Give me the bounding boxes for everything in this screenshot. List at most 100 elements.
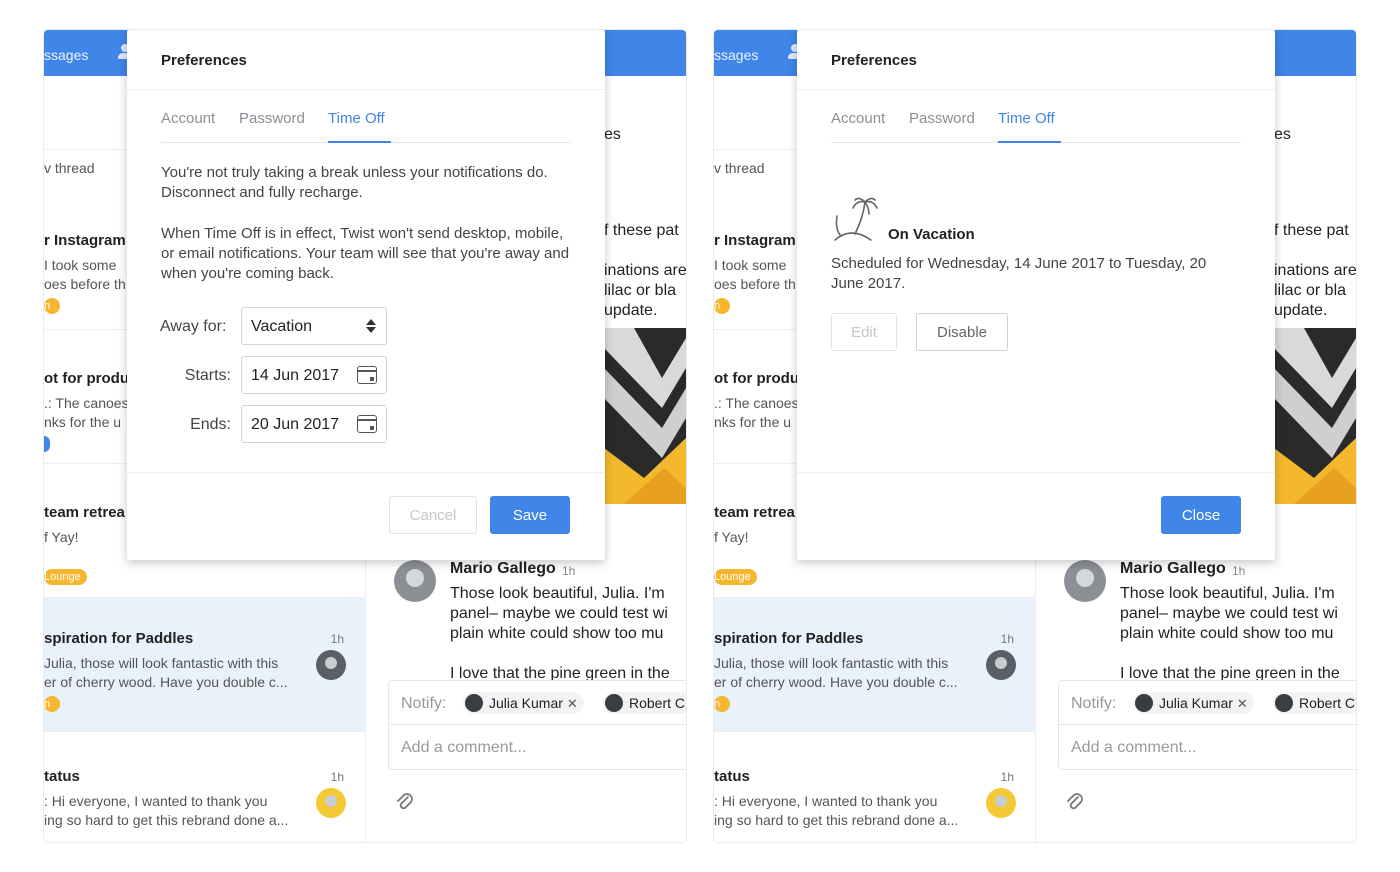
palm-tree-icon <box>834 197 878 241</box>
thread-time: 1h <box>1000 632 1014 646</box>
notify-chip[interactable]: Robert C <box>1273 692 1356 714</box>
list-item[interactable]: tatus 1h : Hi everyone, I wanted to than… <box>714 732 1036 842</box>
tab-password[interactable]: Password <box>239 110 305 127</box>
tab-time-off[interactable]: Time Off <box>998 110 1055 127</box>
info-text: When Time Off is in effect, Twist won't … <box>161 225 570 282</box>
away-for-value: Vacation <box>251 318 313 335</box>
thread-snippet: Julia, those will look fantastic with th… <box>714 655 949 671</box>
paperclip-icon[interactable] <box>1066 792 1084 814</box>
end-date-input[interactable]: 20 Jun 2017 <box>241 405 387 443</box>
comment-input[interactable]: Add a comment... <box>401 739 526 757</box>
paperclip-icon[interactable] <box>396 792 414 814</box>
thread-title: team retrea <box>44 504 125 521</box>
channel-tag <box>44 436 50 452</box>
list-item[interactable]: spiration for Paddles 1h Julia, those wi… <box>714 598 1036 732</box>
post-text: inations are <box>604 262 686 279</box>
tab-bar: Account Password Time Off <box>161 90 571 143</box>
tab-time-off[interactable]: Time Off <box>328 110 385 127</box>
close-icon[interactable]: ✕ <box>1237 696 1248 711</box>
chip-label: Julia Kumar <box>489 695 563 711</box>
thread-heading: es <box>1274 126 1291 143</box>
away-for-select[interactable]: Vacation <box>241 307 387 345</box>
avatar <box>316 650 346 680</box>
notify-label: Notify: <box>401 695 447 712</box>
disable-button[interactable]: Disable <box>916 313 1008 351</box>
thread-snippet: .: The canoes <box>44 395 129 411</box>
preferences-modal: Preferences Account Password Time Off Yo… <box>127 30 605 560</box>
thread-time: 1h <box>1000 770 1014 784</box>
chip-label: Julia Kumar <box>1159 695 1233 711</box>
away-for-label: Away for: <box>160 318 227 335</box>
start-date-input[interactable]: 14 Jun 2017 <box>241 356 387 394</box>
notify-chip[interactable]: Julia Kumar ✕ <box>1133 692 1254 714</box>
notify-chip[interactable]: Julia Kumar ✕ <box>463 692 584 714</box>
modal-title: Preferences <box>831 52 917 69</box>
active-tab-indicator <box>328 141 391 143</box>
end-date-value: 20 Jun 2017 <box>251 416 340 433</box>
message-line: Those look beautiful, Julia. I'm <box>450 585 665 602</box>
avatar <box>1275 694 1293 712</box>
modal-title: Preferences <box>161 52 247 69</box>
thread-title: tatus <box>44 768 80 785</box>
thread-snippet: : Hi everyone, I wanted to thank you <box>714 793 938 809</box>
thread-snippet: oes before th <box>44 276 126 292</box>
tab-account[interactable]: Account <box>831 110 885 127</box>
avatar <box>1135 694 1153 712</box>
thread-snippet: oes before th <box>714 276 796 292</box>
close-button[interactable]: Close <box>1161 496 1241 534</box>
starts-label: Starts: <box>184 367 231 384</box>
attached-image[interactable] <box>1274 328 1356 504</box>
messages-tab[interactable]: ssages <box>714 47 758 63</box>
thread-title: spiration for Paddles <box>714 630 864 647</box>
tab-password[interactable]: Password <box>909 110 975 127</box>
status-title: On Vacation <box>888 226 975 243</box>
message-line: plain white could show too mu <box>450 625 664 642</box>
calendar-icon[interactable] <box>357 415 377 433</box>
tab-bar: Account Password Time Off <box>831 90 1241 143</box>
list-item[interactable]: spiration for Paddles 1h Julia, those wi… <box>44 598 366 732</box>
thread-snippet: nks for the u <box>714 414 792 430</box>
close-icon[interactable]: ✕ <box>567 696 578 711</box>
edit-button[interactable]: Edit <box>831 313 897 351</box>
notify-row: Notify: Julia Kumar ✕ Robert C <box>1059 681 1356 725</box>
thread-snippet: I took some <box>44 257 117 273</box>
messages-tab[interactable]: ssages <box>44 47 88 63</box>
thread-snippet: I took some <box>714 257 787 273</box>
chip-label: Robert C <box>1299 695 1356 711</box>
message-time: 1h <box>562 564 576 578</box>
right-screen: ssages v thread r Instagram a I took som… <box>714 30 1356 842</box>
avatar <box>605 694 623 712</box>
ends-label: Ends: <box>190 416 231 433</box>
comment-input[interactable]: Add a comment... <box>1071 739 1196 757</box>
comment-composer: Notify: Julia Kumar ✕ Robert C Add a comm… <box>388 680 686 770</box>
thread-title: r Instagram a <box>44 232 139 249</box>
post-text: update. <box>1274 302 1328 319</box>
list-item[interactable]: tatus 1h : Hi everyone, I wanted to than… <box>44 732 366 842</box>
message-body: Those look beautiful, Julia. I'm panel– … <box>1120 584 1340 684</box>
thread-snippet: .: The canoes <box>714 395 799 411</box>
active-tab-indicator <box>998 141 1061 143</box>
avatar <box>1064 560 1106 602</box>
modal-footer-divider <box>797 472 1275 473</box>
calendar-icon[interactable] <box>357 366 377 384</box>
tab-account[interactable]: Account <box>161 110 215 127</box>
post-text: lilac or bla <box>604 282 677 299</box>
channel-tag: n <box>714 696 730 712</box>
schedule-text: Scheduled for Wednesday, 14 June 2017 to… <box>831 255 1207 292</box>
new-thread-link[interactable]: v thread <box>44 160 95 176</box>
message-line: plain white could show too mu <box>1120 625 1334 642</box>
message-line: panel– maybe we could test wi <box>1120 605 1338 622</box>
select-arrows-icon <box>366 318 376 334</box>
thread-title: r Instagram a <box>714 232 809 249</box>
attached-image[interactable] <box>604 328 686 504</box>
notify-label: Notify: <box>1071 695 1117 712</box>
intro-text: You're not truly taking a break unless y… <box>161 164 548 201</box>
thread-snippet: ing so hard to get this rebrand done a..… <box>714 812 959 828</box>
new-thread-link[interactable]: v thread <box>714 160 765 176</box>
save-button[interactable]: Save <box>490 496 570 534</box>
message-author: Mario Gallego <box>1120 560 1226 577</box>
notify-chip[interactable]: Robert C <box>603 692 686 714</box>
post-text: inations are <box>1274 262 1356 279</box>
avatar <box>394 560 436 602</box>
cancel-button[interactable]: Cancel <box>389 496 477 534</box>
